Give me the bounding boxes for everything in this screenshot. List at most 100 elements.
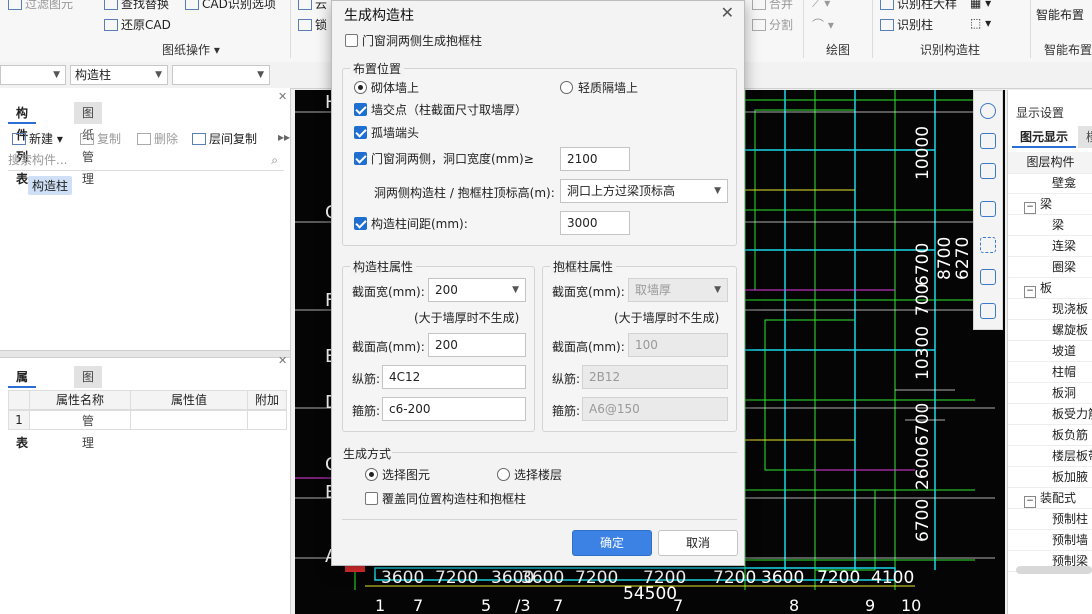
layer-tree-item[interactable]: 螺旋板 xyxy=(1008,320,1092,341)
table-row[interactable] xyxy=(247,410,287,430)
col-header-extra[interactable]: 附加 xyxy=(247,390,287,410)
tab-floor-display[interactable]: 楼 xyxy=(1078,126,1092,148)
layer-tree-item[interactable]: 梁 xyxy=(1008,215,1092,236)
col-spacing-checkbox[interactable] xyxy=(354,217,367,230)
tab-element-display[interactable]: 图元显示 xyxy=(1012,126,1077,148)
collapse-icon[interactable]: − xyxy=(1024,286,1036,298)
layer-tree-item[interactable]: 现浇板 xyxy=(1008,299,1092,320)
col-spacing-input[interactable]: 3000 xyxy=(560,211,630,235)
tab-property-list[interactable]: 属性列表 xyxy=(8,366,37,450)
new-button[interactable]: 新建 ▾ xyxy=(12,130,63,147)
col-table-button[interactable]: 识别柱大样 xyxy=(880,0,957,12)
layer-tree-item[interactable]: 板加腋 xyxy=(1008,467,1092,488)
struct-col-long-bar-input[interactable]: 4C12 xyxy=(382,365,526,389)
layer-tree-item[interactable]: 壁龛 xyxy=(1008,173,1092,194)
split-button[interactable]: 分割 xyxy=(752,16,793,33)
ok-button[interactable]: 确定 xyxy=(572,530,652,556)
layer-tree-item[interactable]: 楼层板带 xyxy=(1008,446,1092,467)
component-search-input[interactable]: 搜索构件... ⌕ xyxy=(8,150,284,171)
component-combo[interactable]: ▼ xyxy=(172,65,270,85)
view-3d-icon[interactable] xyxy=(980,133,996,149)
layer-tree-item[interactable]: 柱帽 xyxy=(1008,362,1092,383)
lock-button[interactable]: 锁 xyxy=(298,16,327,33)
table-row[interactable] xyxy=(130,410,248,430)
frame-col-stirrup-input[interactable]: A6@150 xyxy=(582,397,728,421)
chevron-down-icon: ▼ xyxy=(155,70,162,80)
find-replace-button[interactable]: 查找替换 xyxy=(104,0,169,12)
top-elevation-select[interactable]: 洞口上方过梁顶标高 ▼ xyxy=(560,179,728,203)
box-select-icon[interactable]: ⬚ ▾ xyxy=(970,16,991,30)
select-element-radio[interactable] xyxy=(365,468,378,481)
display-settings-panel: 显示设置 图元显示 楼 图层构件 壁龛−梁梁连梁圈梁−板现浇板螺旋板坡道柱帽板洞… xyxy=(1007,90,1092,614)
fit-view-icon[interactable] xyxy=(980,237,996,253)
smart-layout-button[interactable]: 智能布置 xyxy=(1036,6,1084,23)
close-icon[interactable]: ✕ xyxy=(721,3,734,22)
panel-splitter[interactable] xyxy=(0,350,290,358)
frame-col-width-select[interactable]: 取墙厚 ▼ xyxy=(628,278,728,302)
copy-button[interactable]: 复制 xyxy=(80,130,121,147)
floor-combo[interactable]: ▼ xyxy=(0,65,66,85)
more-icon[interactable]: ▸▸ xyxy=(278,130,290,144)
door-window-frame-col-checkbox[interactable] xyxy=(345,34,358,47)
overwrite-checkbox[interactable] xyxy=(365,492,378,505)
orbit-icon[interactable] xyxy=(980,103,996,119)
identify-col-button[interactable]: 识别柱 xyxy=(880,16,933,33)
frame-col-height-input[interactable]: 100 xyxy=(628,333,728,357)
drawing-ops-group-label[interactable]: 图纸操作 ▾ xyxy=(162,41,220,58)
filter-button[interactable]: 过滤图元 xyxy=(8,0,73,12)
merge-button[interactable]: 合并 xyxy=(752,0,793,12)
struct-col-height-input[interactable]: 200 xyxy=(428,333,526,357)
layer-tree-item[interactable]: 板洞 xyxy=(1008,383,1092,404)
layer-tree-item-label: 板受力筋 xyxy=(1052,407,1092,421)
isolated-wall-end-checkbox[interactable] xyxy=(354,126,367,139)
struct-col-width-select[interactable]: 200 ▼ xyxy=(428,278,526,302)
layer-tree-item[interactable]: 圈梁 xyxy=(1008,257,1092,278)
cloud-button[interactable]: 云 xyxy=(298,0,327,12)
draw-line-icon[interactable]: ⟋ ▾ xyxy=(812,0,830,11)
layer-tree-item[interactable]: 板负筋 xyxy=(1008,425,1092,446)
isometric-icon[interactable] xyxy=(980,269,996,285)
horizontal-scrollbar[interactable] xyxy=(1016,566,1092,574)
light-partition-radio[interactable] xyxy=(560,81,573,94)
layer-tree-item[interactable]: − 板 xyxy=(1008,278,1092,299)
restore-cad-button[interactable]: 还原CAD xyxy=(104,16,171,33)
floor-copy-button[interactable]: 层间复制 xyxy=(192,130,257,147)
delete-button[interactable]: 删除 xyxy=(137,130,178,147)
layer-list-icon[interactable] xyxy=(980,303,996,319)
tab-drawing-management[interactable]: 图纸管理 xyxy=(74,102,103,186)
tab-layer-management[interactable]: 图层管理 xyxy=(74,366,103,450)
select-floor-label: 选择楼层 xyxy=(514,468,563,482)
cube-view-icon[interactable] xyxy=(980,163,996,179)
struct-col-stirrup-input[interactable]: c6-200 xyxy=(382,397,526,421)
region-select-icon[interactable]: ▦ ▾ xyxy=(970,0,991,10)
collapse-icon[interactable]: − xyxy=(1024,202,1036,214)
component-type-combo[interactable]: 构造柱 ▼ xyxy=(70,65,168,85)
layer-tree-item[interactable]: − 梁 xyxy=(1008,194,1092,215)
cancel-button[interactable]: 取消 xyxy=(658,530,738,556)
layer-tree-item[interactable]: 连梁 xyxy=(1008,236,1092,257)
layer-tree-item-label: 梁 xyxy=(1040,197,1053,211)
door-window-width-input[interactable]: 2100 xyxy=(560,147,630,171)
layer-tree-item[interactable]: 预制柱 xyxy=(1008,509,1092,530)
table-row[interactable] xyxy=(29,410,131,430)
wall-intersection-checkbox[interactable] xyxy=(354,103,367,116)
layer-tree-item[interactable]: 板受力筋 xyxy=(1008,404,1092,425)
panel-close-icon[interactable]: ✕ xyxy=(278,354,287,367)
axis-label-bottom: 1 xyxy=(375,596,386,614)
cad-options-button[interactable]: CAD识别选项 xyxy=(185,0,276,12)
tab-component-list[interactable]: 构件列表 xyxy=(8,102,37,186)
collapse-icon[interactable]: − xyxy=(1024,496,1036,508)
col-header-prop-name[interactable]: 属性名称 xyxy=(29,390,131,410)
frame-col-long-bar-input[interactable]: 2B12 xyxy=(582,365,728,389)
layer-tree-item[interactable]: 预制墙 xyxy=(1008,530,1092,551)
component-item-struct-col[interactable]: 构造柱 xyxy=(28,176,73,195)
door-window-sides-checkbox[interactable] xyxy=(354,152,367,165)
col-header-prop-value[interactable]: 属性值 xyxy=(130,390,248,410)
layer-tree-item[interactable]: − 装配式 xyxy=(1008,488,1092,509)
box-view-icon[interactable] xyxy=(980,201,996,217)
select-floor-radio[interactable] xyxy=(497,468,510,481)
masonry-wall-radio[interactable] xyxy=(354,81,367,94)
layer-tree-item[interactable]: 坡道 xyxy=(1008,341,1092,362)
panel-close-icon[interactable]: ✕ xyxy=(278,90,287,103)
draw-arc-icon[interactable]: ⌒ ▾ xyxy=(812,16,834,33)
